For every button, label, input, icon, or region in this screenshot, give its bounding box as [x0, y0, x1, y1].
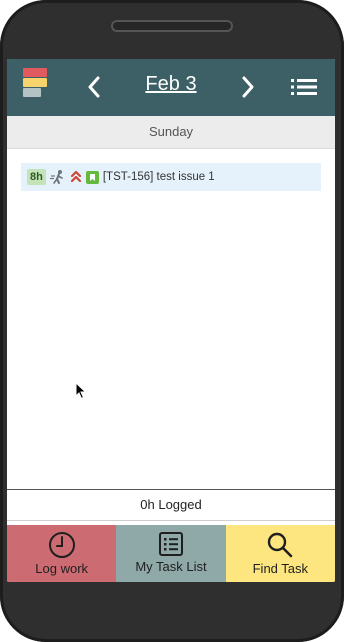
story-bookmark-icon	[85, 170, 99, 184]
phone-speaker	[111, 20, 233, 32]
next-day-button[interactable]	[234, 72, 262, 102]
log-work-button[interactable]: Log work	[7, 525, 117, 582]
task-row[interactable]: 8h [TST-156] test issue 1	[21, 163, 321, 191]
priority-high-icon	[70, 170, 82, 184]
log-work-label: Log work	[35, 561, 89, 576]
assignee-walking-icon	[49, 169, 66, 185]
app-screen: Feb 3 Sunday 8h [TST-156] test issue 1 0…	[7, 59, 335, 582]
prev-day-button[interactable]	[80, 72, 108, 102]
logged-summary: 0h Logged	[7, 489, 335, 521]
list-menu-icon	[291, 79, 317, 95]
checklist-icon	[158, 532, 183, 556]
hours-badge: 8h	[27, 169, 46, 185]
my-task-list-button[interactable]: My Task List	[116, 525, 226, 582]
bottom-nav: Log work My Task List Find Task	[7, 525, 335, 582]
menu-button[interactable]	[289, 74, 319, 100]
phone-frame: Feb 3 Sunday 8h [TST-156] test issue 1 0…	[0, 0, 344, 642]
clock-icon	[48, 532, 75, 558]
find-task-button[interactable]: Find Task	[225, 525, 335, 582]
weekday-label: Sunday	[7, 116, 335, 149]
search-icon	[268, 532, 293, 558]
chevron-left-icon	[88, 76, 100, 98]
app-logo-icon	[21, 68, 51, 102]
date-title[interactable]: Feb 3	[117, 69, 225, 99]
mouse-pointer-icon	[75, 382, 87, 400]
find-task-label: Find Task	[252, 561, 309, 576]
task-list: 8h [TST-156] test issue 1	[7, 149, 335, 489]
app-header: Feb 3	[7, 59, 335, 116]
chevron-right-icon	[242, 76, 254, 98]
task-title: [TST-156] test issue 1	[102, 171, 215, 183]
my-task-list-label: My Task List	[135, 559, 207, 574]
